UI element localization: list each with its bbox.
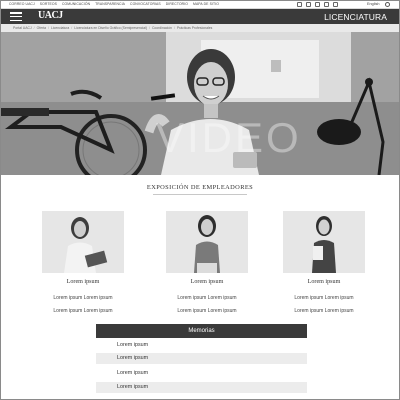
breadcrumb-item[interactable]: Licenciatura en Diseño Gráfico (Semipres…: [74, 26, 147, 30]
employer-description-line: Lorem ipsum Lorem ipsum: [53, 295, 113, 302]
breadcrumb: Portal UACJ / Oferta / Licenciatura / Li…: [1, 24, 399, 32]
search-icon[interactable]: [385, 2, 390, 7]
utility-link-sorteos[interactable]: SORTEOS: [40, 2, 57, 6]
main-header: UACJ LICENCIATURA: [1, 9, 399, 24]
employer-card[interactable]: Lorem ipsum Lorem ipsum Lorem ipsum Lore…: [42, 211, 124, 321]
employer-description-line: Lorem ipsum Lorem ipsum: [177, 295, 237, 302]
employer-card[interactable]: Lorem ipsum Lorem ipsum Lorem ipsum Lore…: [283, 211, 365, 321]
breadcrumb-item[interactable]: Licenciatura: [51, 26, 69, 30]
breadcrumb-separator: /: [71, 26, 73, 30]
breadcrumb-separator: /: [33, 26, 35, 30]
employer-photo: [42, 211, 124, 273]
employer-name: Lorem ipsum: [307, 279, 341, 285]
employer-photo: [283, 211, 365, 273]
uacj-logo[interactable]: UACJ: [38, 10, 63, 22]
hero-video[interactable]: VIDEO: [1, 32, 399, 175]
employer-cards: Lorem ipsum Lorem ipsum Lorem ipsum Lore…: [1, 211, 399, 314]
social-icon-4[interactable]: [324, 2, 329, 7]
breadcrumb-separator: /: [48, 26, 49, 30]
hero-video-label: VIDEO: [156, 114, 302, 161]
breadcrumb-item[interactable]: Coordinación: [152, 26, 172, 30]
employer-description: Lorem ipsum Lorem ipsum Lorem ipsum Lore…: [42, 289, 124, 321]
social-icon-3[interactable]: [315, 2, 320, 7]
title-divider: [153, 194, 247, 195]
hamburger-menu-icon[interactable]: [10, 12, 22, 21]
memorias-header[interactable]: Memorias: [96, 324, 307, 338]
utility-links: CORREO UACJ SORTEOS COMUNICACIÓN TRANSPA…: [9, 2, 219, 6]
employer-name: Lorem ipsum: [66, 279, 100, 285]
employer-card[interactable]: Lorem ipsum Lorem ipsum Lorem ipsum Lore…: [166, 211, 248, 321]
employer-description: Lorem ipsum Lorem ipsum Lorem ipsum Lore…: [166, 289, 248, 321]
social-icons: [297, 2, 338, 7]
breadcrumb-item[interactable]: Portal UACJ: [13, 26, 32, 30]
employer-description-line: Lorem ipsum Lorem ipsum: [53, 308, 113, 315]
employer-description-line: Lorem ipsum Lorem ipsum: [294, 308, 354, 315]
employer-description-line: Lorem ipsum Lorem ipsum: [177, 308, 237, 315]
memorias-item[interactable]: Lorem ipsum: [96, 353, 307, 364]
breadcrumb-item[interactable]: Oferta: [37, 26, 46, 30]
section-title: EXPOSICIÓN DE EMPLEADORES: [146, 184, 254, 191]
breadcrumb-separator: /: [149, 26, 150, 30]
utility-link-directorio[interactable]: DIRECTORIO: [166, 2, 188, 6]
memorias-item[interactable]: Lorem ipsum: [96, 340, 307, 351]
utility-link-mapa[interactable]: MAPA DE SITIO: [193, 2, 219, 6]
page-title: LICENCIATURA: [324, 12, 387, 22]
utility-link-correo[interactable]: CORREO UACJ: [9, 2, 35, 6]
breadcrumb-separator: /: [173, 26, 175, 30]
language-link[interactable]: English: [367, 2, 379, 6]
utility-link-convocatorias[interactable]: CONVOCATORIAS: [130, 2, 161, 6]
utility-link-transparencia[interactable]: TRANSPARENCIA: [95, 2, 125, 6]
utility-link-comunicacion[interactable]: COMUNICACIÓN: [62, 2, 90, 6]
employer-photo: [166, 211, 248, 273]
memorias-item[interactable]: Lorem ipsum: [96, 382, 307, 393]
page-frame: CORREO UACJ SORTEOS COMUNICACIÓN TRANSPA…: [0, 0, 400, 400]
social-icon-5[interactable]: [333, 2, 338, 7]
breadcrumb-item-current: Prácticas Profesionales: [176, 26, 213, 30]
employer-name: Lorem ipsum: [190, 279, 224, 285]
employer-description-line: Lorem ipsum Lorem ipsum: [294, 295, 354, 302]
social-icon-1[interactable]: [297, 2, 302, 7]
employer-description: Lorem ipsum Lorem ipsum Lorem ipsum Lore…: [283, 289, 365, 321]
utility-bar: CORREO UACJ SORTEOS COMUNICACIÓN TRANSPA…: [1, 1, 399, 9]
social-icon-2[interactable]: [306, 2, 311, 7]
memorias-item[interactable]: Lorem ipsum: [96, 368, 307, 379]
